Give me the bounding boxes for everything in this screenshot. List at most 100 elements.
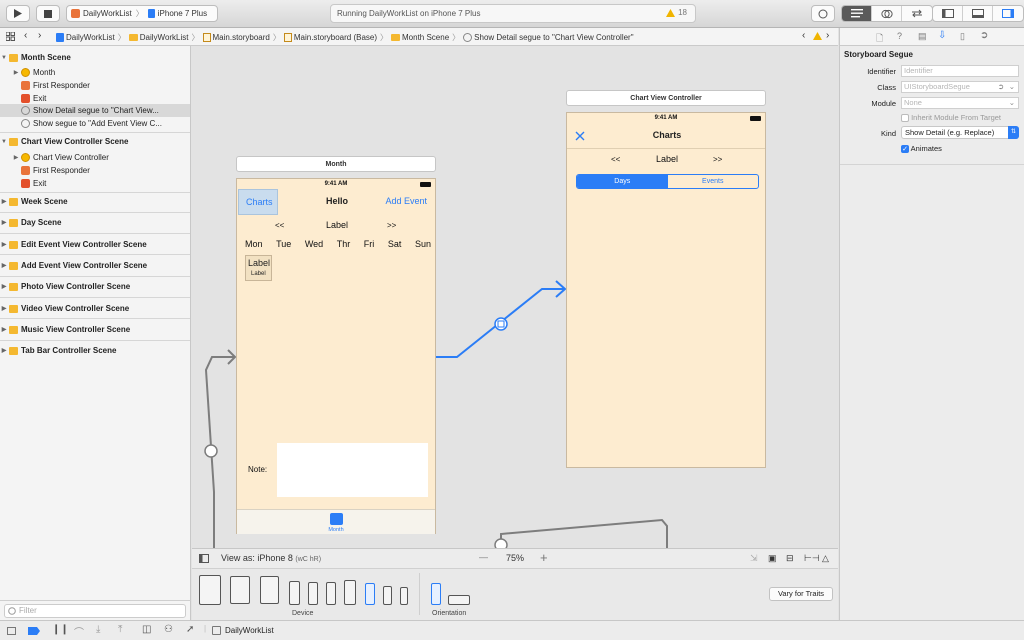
class-field[interactable]: UIStoryboardSegue ➲ ⌄ (901, 81, 1019, 93)
identity-inspector-icon[interactable]: ▤ (918, 31, 927, 42)
outline-month-vc[interactable]: ▶ Month (0, 66, 190, 79)
tab-icon[interactable] (330, 513, 343, 525)
tab-month-label[interactable]: Month (237, 527, 435, 533)
inspector-toggle-button[interactable] (993, 6, 1023, 21)
outline-day-scene[interactable]: ▶ Day Scene (0, 216, 190, 229)
month-scene-title[interactable]: Month (236, 156, 436, 172)
identifier-field[interactable]: Identifier (901, 65, 1019, 77)
step-over-icon[interactable]: ⌒ (74, 624, 84, 639)
stop-button[interactable] (36, 5, 60, 22)
breadcrumb-scene[interactable]: Month Scene (402, 33, 449, 42)
module-field[interactable]: None ⌄ (901, 97, 1019, 109)
outline-toggle-icon[interactable] (199, 554, 209, 563)
outline-video-scene[interactable]: ▶ Video View Controller Scene (0, 302, 190, 315)
related-items-icon[interactable] (6, 32, 15, 41)
vary-for-traits-button[interactable]: Vary for Traits (769, 587, 833, 601)
segment-events[interactable]: Events (668, 175, 759, 188)
outline-chart-exit[interactable]: Exit (0, 177, 190, 190)
breadcrumb-group[interactable]: DailyWorkList (140, 33, 189, 42)
pause-icon[interactable]: ❙❙ (52, 624, 69, 635)
chart-prev-button[interactable]: << (611, 155, 620, 164)
orientation-portrait-icon[interactable] (431, 583, 441, 605)
chart-next-button[interactable]: >> (713, 155, 722, 164)
file-inspector-icon[interactable]: 🗋 (876, 31, 883, 47)
outline-chart-scene[interactable]: ▼ Chart View Controller Scene (0, 135, 190, 148)
resolve-issues-icon[interactable]: △ (822, 553, 829, 564)
device-ipad-pro-12-icon[interactable] (199, 575, 221, 605)
module-dropdown-icon[interactable]: ⌄ (1009, 98, 1015, 108)
scheme-selector[interactable]: DailyWorkList 〉 iPhone 7 Plus (66, 5, 218, 22)
version-editor-button[interactable] (902, 6, 932, 21)
outline-photo-scene[interactable]: ▶ Photo View Controller Scene (0, 280, 190, 293)
standard-editor-button[interactable] (842, 6, 872, 21)
step-in-icon[interactable]: ⤓ (96, 624, 100, 635)
run-button[interactable] (6, 5, 30, 22)
prev-issue-icon[interactable]: ‹ (802, 30, 805, 41)
outline-edit-event-scene[interactable]: ▶ Edit Event View Controller Scene (0, 238, 190, 251)
outline-chart-first-responder[interactable]: First Responder (0, 164, 190, 177)
segue-badge-icon[interactable] (494, 317, 508, 331)
align-icon[interactable]: ⊟ (786, 553, 794, 564)
prev-month-button[interactable]: << (275, 221, 284, 230)
kind-popup[interactable]: Show Detail (e.g. Replace) ⇅ (901, 126, 1019, 139)
pin-icon[interactable]: ⊢⊣ (804, 553, 820, 564)
outline-show-detail-segue[interactable]: Show Detail segue to "Chart View... (0, 104, 190, 117)
device-iphone-4s-icon[interactable] (400, 587, 408, 605)
assistant-editor-button[interactable] (872, 6, 902, 21)
outline-tab-bar-scene[interactable]: ▶ Tab Bar Controller Scene (0, 344, 190, 357)
device-ipad-icon[interactable] (260, 576, 279, 604)
animates-checkbox[interactable]: ✓ Animates (901, 144, 942, 154)
outline-music-scene[interactable]: ▶ Music View Controller Scene (0, 323, 190, 336)
month-navigation-bar[interactable]: Charts Hello Add Event (237, 189, 435, 215)
chart-navigation-bar[interactable]: Charts (567, 123, 765, 149)
outline-filter-input[interactable]: Filter (4, 604, 186, 618)
zoom-in-button[interactable]: + (540, 550, 548, 565)
update-frames-icon[interactable]: ⇲ (750, 553, 758, 564)
activity-toggle-button[interactable] (811, 5, 835, 22)
storyboard-canvas[interactable]: Month 9:41 AM Charts Hello Add Event << … (192, 46, 838, 548)
breakpoints-icon[interactable] (28, 627, 40, 635)
chart-scene-title[interactable]: Chart View Controller (566, 90, 766, 106)
breadcrumb-storyboard-base[interactable]: Main.storyboard (Base) (294, 33, 377, 42)
outline-show-segue[interactable]: Show segue to "Add Event View C... (0, 117, 190, 130)
outline-month-scene[interactable]: ▼ Month Scene (0, 51, 190, 64)
debug-toggle-button[interactable] (963, 6, 993, 21)
size-inspector-icon[interactable]: ▯ (960, 31, 965, 42)
memory-graph-icon[interactable]: ⚇ (164, 624, 173, 635)
next-month-button[interactable]: >> (387, 221, 396, 230)
forward-icon[interactable]: › (38, 30, 41, 41)
add-event-bar-button[interactable]: Add Event (385, 196, 427, 206)
step-out-icon[interactable]: ⤒ (118, 624, 122, 635)
device-iphone-x-icon[interactable] (344, 580, 356, 605)
entry-segue-badge-icon[interactable] (204, 444, 218, 458)
device-ipad-pro-10-icon[interactable] (230, 576, 250, 604)
segment-days[interactable]: Days (577, 175, 668, 188)
device-iphone-6-plus-icon[interactable] (326, 582, 336, 605)
breadcrumb-project[interactable]: DailyWorkList (66, 33, 115, 42)
device-iphone-8-icon[interactable] (365, 583, 375, 605)
device-iphone-8-plus-icon[interactable] (289, 581, 300, 605)
breadcrumb-storyboard[interactable]: Main.storyboard (213, 33, 270, 42)
zoom-out-button[interactable]: — (479, 552, 488, 562)
outline-week-scene[interactable]: ▶ Week Scene (0, 195, 190, 208)
chart-scene-view[interactable]: 9:41 AM Charts << Label >> Days Events (566, 112, 766, 468)
view-as-label[interactable]: View as: iPhone 8 (wC hR) (221, 553, 321, 563)
next-issue-icon[interactable]: › (826, 30, 829, 41)
help-inspector-icon[interactable]: ? (897, 31, 902, 41)
connections-inspector-icon[interactable]: ➲ (980, 30, 988, 41)
tab-segue-badge-icon[interactable] (494, 538, 508, 548)
navigator-toggle-button[interactable] (933, 6, 963, 21)
outline-add-event-scene[interactable]: ▶ Add Event View Controller Scene (0, 259, 190, 272)
back-icon[interactable]: ‹ (24, 30, 27, 41)
device-iphone-7-plus-icon[interactable] (308, 582, 318, 605)
breadcrumb-segue[interactable]: Show Detail segue to "Chart View Control… (474, 33, 633, 42)
tab-segue-line[interactable] (500, 518, 668, 548)
debug-area-toggle-icon[interactable] (7, 627, 16, 635)
view-debugger-icon[interactable]: ◫ (142, 624, 151, 635)
class-go-icon[interactable]: ➲ (998, 82, 1004, 92)
outline-first-responder[interactable]: First Responder (0, 79, 190, 92)
outline-chart-vc[interactable]: ▶ Chart View Controller (0, 151, 190, 164)
class-dropdown-icon[interactable]: ⌄ (1009, 82, 1015, 92)
issue-warning-icon[interactable] (813, 32, 822, 40)
inherit-module-checkbox[interactable]: Inherit Module From Target (901, 113, 1001, 123)
